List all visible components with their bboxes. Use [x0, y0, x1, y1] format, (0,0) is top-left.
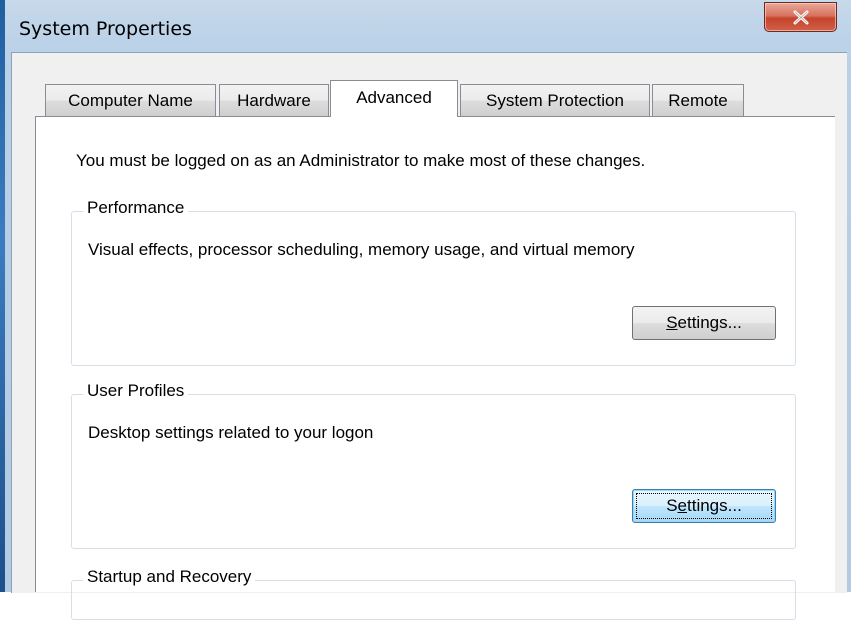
- tab-label: Computer Name: [68, 91, 193, 110]
- tab-label: Advanced: [356, 88, 432, 107]
- tab-system-protection[interactable]: System Protection: [460, 84, 650, 116]
- button-mnemonic: S: [666, 313, 678, 332]
- performance-settings-button[interactable]: Settings...: [632, 306, 776, 340]
- tab-hardware[interactable]: Hardware: [219, 84, 329, 116]
- tab-remote[interactable]: Remote: [652, 84, 744, 116]
- tab-label: System Protection: [486, 91, 624, 110]
- performance-group-label: Performance: [83, 198, 189, 218]
- user-profiles-settings-button[interactable]: Settings...: [632, 489, 776, 523]
- user-profiles-description: Desktop settings related to your logon: [88, 423, 374, 442]
- focus-ring: [636, 493, 772, 519]
- user-profiles-group: [71, 394, 796, 549]
- tab-computer-name[interactable]: Computer Name: [45, 84, 216, 116]
- tab-label: Hardware: [237, 91, 311, 110]
- admin-notice: You must be logged on as an Administrato…: [76, 151, 646, 170]
- performance-group: [71, 211, 796, 366]
- performance-description: Visual effects, processor scheduling, me…: [88, 240, 635, 259]
- button-text: ettings...: [677, 313, 742, 332]
- window-title: System Properties: [19, 18, 192, 40]
- close-button[interactable]: [764, 2, 837, 32]
- close-icon: [793, 10, 809, 25]
- tab-advanced[interactable]: Advanced: [330, 80, 458, 117]
- startup-recovery-group-label: Startup and Recovery: [83, 567, 256, 587]
- user-profiles-group-label: User Profiles: [83, 381, 189, 401]
- tab-label: Remote: [668, 91, 728, 110]
